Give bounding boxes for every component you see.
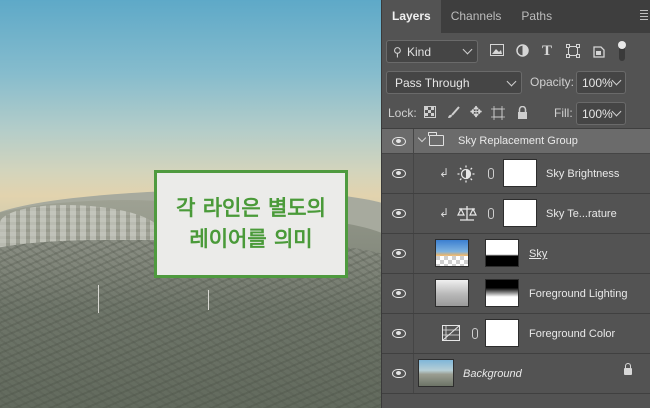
layer-row-foreground-lighting[interactable]: Foreground Lighting <box>382 274 650 314</box>
lock-icon <box>624 363 632 375</box>
shape-filter-icon[interactable] <box>566 44 580 58</box>
panel-menu-icon[interactable] <box>640 10 648 20</box>
chevron-down-icon <box>506 76 517 87</box>
layer-row-foreground-color[interactable]: Foreground Color <box>382 314 650 354</box>
layer-thumbnail[interactable] <box>435 239 469 267</box>
lock-all-icon[interactable] <box>515 105 529 120</box>
chevron-down-icon <box>611 106 622 117</box>
tab-paths[interactable]: Paths <box>511 0 562 33</box>
kind-filter-label: Kind <box>407 45 432 59</box>
blend-row: Pass Through Opacity: 100% <box>386 71 650 95</box>
type-filter-icon[interactable]: T <box>540 44 554 59</box>
layer-name: Sky <box>529 248 548 260</box>
fill-value: 100% <box>582 107 613 121</box>
fill-label: Fill: <box>554 106 573 120</box>
brightness-icon <box>457 165 475 187</box>
gradient-map-icon <box>442 325 460 345</box>
lock-label: Lock: <box>388 106 417 120</box>
search-icon: ⚲ <box>393 45 402 59</box>
annotation-line-1: 각 라인은 별도의 <box>176 196 326 220</box>
canvas-image[interactable]: 각 라인은 별도의 레이어를 의미 <box>0 0 381 408</box>
filter-toggle-icon[interactable] <box>615 40 629 61</box>
blend-mode-select[interactable]: Pass Through <box>386 71 522 94</box>
mask-link-icon[interactable] <box>472 328 478 339</box>
annotation-line-2: 레이어를 의미 <box>189 227 313 251</box>
layers-panel: Layers Channels Paths ⚲ Kind T Pass Thro… <box>381 0 650 408</box>
tab-layers[interactable]: Layers <box>382 0 441 33</box>
layer-thumbnail[interactable] <box>435 279 469 307</box>
visibility-eye-icon[interactable] <box>392 289 406 298</box>
adjustment-filter-icon[interactable] <box>515 44 529 58</box>
image-filter-icon[interactable] <box>490 44 504 58</box>
clipping-arrow-icon: ↲ <box>439 166 450 180</box>
visibility-eye-icon[interactable] <box>392 137 406 146</box>
layer-row-sky[interactable]: Sky <box>382 234 650 274</box>
lock-paint-icon[interactable] <box>446 106 460 120</box>
group-expand-chevron-icon[interactable] <box>417 133 427 143</box>
layer-name: Foreground Color <box>529 328 616 340</box>
utility-pole <box>208 290 209 310</box>
tab-channels[interactable]: Channels <box>441 0 512 33</box>
visibility-eye-icon[interactable] <box>392 249 406 258</box>
layer-row-sky-replacement-group[interactable]: Sky Replacement Group <box>382 129 650 154</box>
layer-name: Foreground Lighting <box>529 288 628 300</box>
fill-field[interactable]: 100% <box>576 102 626 125</box>
lock-position-icon[interactable]: ✥ <box>469 105 483 120</box>
opacity-field[interactable]: 100% <box>576 71 626 94</box>
lock-transparent-icon[interactable] <box>423 106 437 120</box>
layer-mask-thumbnail[interactable] <box>503 159 537 187</box>
annotation-box: 각 라인은 별도의 레이어를 의미 <box>154 170 348 278</box>
layer-mask-thumbnail[interactable] <box>485 239 519 267</box>
layer-row-sky-temperature[interactable]: ↲ Sky Te...rature <box>382 194 650 234</box>
visibility-eye-icon[interactable] <box>392 169 406 178</box>
visibility-eye-icon[interactable] <box>392 209 406 218</box>
mask-link-icon[interactable] <box>488 208 494 219</box>
layer-name: Sky Te...rature <box>546 208 617 220</box>
clipping-arrow-icon: ↲ <box>439 206 450 220</box>
lock-artboard-icon[interactable] <box>491 106 505 120</box>
layer-row-background[interactable]: Background <box>382 354 650 394</box>
layer-name: Sky Replacement Group <box>458 135 578 147</box>
mask-link-icon[interactable] <box>488 168 494 179</box>
smart-object-filter-icon[interactable] <box>592 44 606 58</box>
chevron-down-icon <box>462 44 473 55</box>
lock-row: Lock: ✥ Fill: 100% <box>386 102 650 126</box>
layer-mask-thumbnail[interactable] <box>503 199 537 227</box>
folder-icon <box>428 132 444 146</box>
layer-row-sky-brightness[interactable]: ↲ Sky Brightness <box>382 154 650 194</box>
visibility-eye-icon[interactable] <box>392 329 406 338</box>
layer-list: Sky Replacement Group ↲ Sky Brightness ↲… <box>382 129 650 394</box>
visibility-eye-icon[interactable] <box>392 369 406 378</box>
panel-tabs: Layers Channels Paths <box>382 0 650 33</box>
blend-mode-value: Pass Through <box>395 76 470 90</box>
utility-pole <box>98 285 99 313</box>
color-balance-icon <box>457 205 477 226</box>
chevron-down-icon <box>611 75 622 86</box>
layer-name: Sky Brightness <box>546 168 620 180</box>
kind-filter-select[interactable]: ⚲ Kind <box>386 40 478 63</box>
layer-thumbnail[interactable] <box>418 359 454 387</box>
layer-name: Background <box>463 368 522 380</box>
opacity-value: 100% <box>582 76 613 90</box>
layer-mask-thumbnail[interactable] <box>485 319 519 347</box>
layer-mask-thumbnail[interactable] <box>485 279 519 307</box>
filter-row: ⚲ Kind T <box>386 40 650 64</box>
opacity-label: Opacity: <box>530 75 575 89</box>
